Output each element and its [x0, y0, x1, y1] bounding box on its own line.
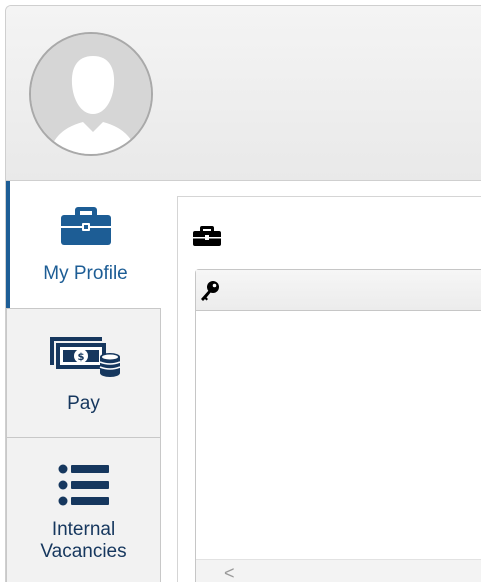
horizontal-scrollbar[interactable]: <	[196, 559, 481, 582]
sidebar-item-pay[interactable]: $ Pay	[6, 308, 161, 438]
sidebar-item-my-profile[interactable]: My Profile	[6, 181, 161, 308]
briefcase-icon	[193, 226, 221, 246]
sidebar-item-internal-vacancies[interactable]: Internal Vacancies	[6, 437, 161, 582]
sidebar-item-label: Internal Vacancies	[40, 519, 127, 562]
list-icon	[58, 464, 109, 506]
app-frame: My Profile $ Pay Internal Vacancies <	[5, 5, 481, 582]
user-silhouette-icon	[31, 34, 151, 154]
panel-header	[196, 270, 481, 311]
key-icon	[201, 281, 219, 301]
avatar[interactable]	[29, 32, 153, 156]
sidebar-item-label: Pay	[67, 393, 100, 414]
profile-header	[6, 6, 481, 181]
svg-text:$: $	[77, 352, 84, 363]
profile-panel: <	[195, 269, 481, 582]
scroll-left-arrow[interactable]: <	[224, 563, 235, 582]
money-coins-icon: $	[49, 337, 120, 377]
briefcase-icon	[60, 207, 111, 245]
sidebar-nav: My Profile $ Pay Internal Vacancies	[6, 181, 161, 582]
sidebar-item-label: My Profile	[43, 263, 128, 284]
main-content: <	[177, 196, 481, 582]
